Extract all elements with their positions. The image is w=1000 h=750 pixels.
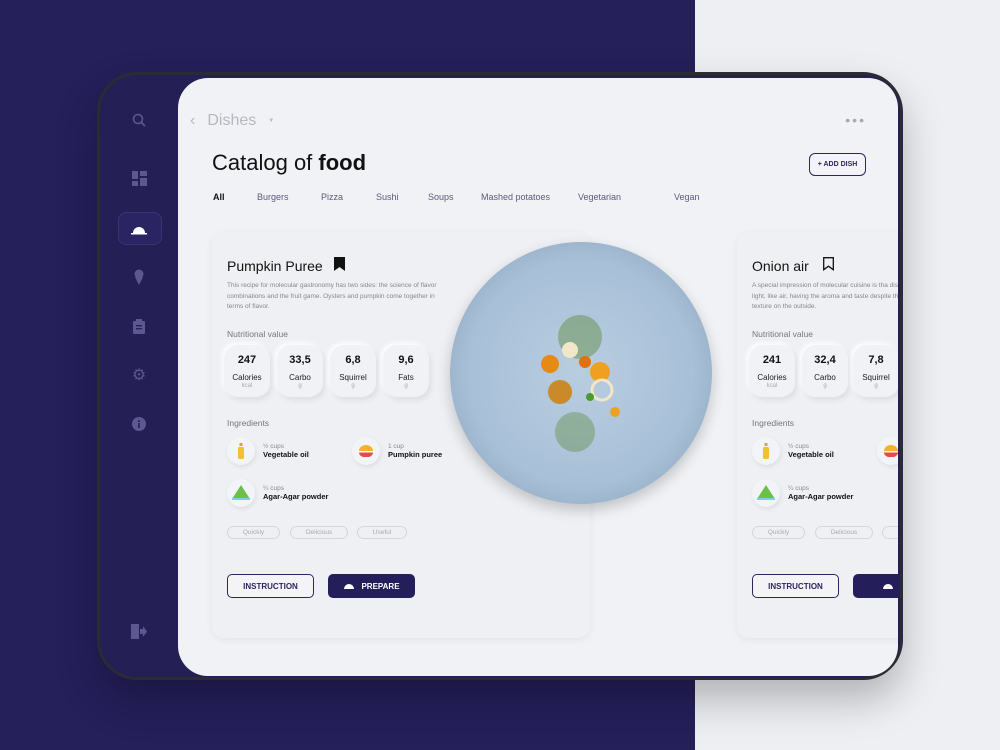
- nutrition-calories: 247 Calories kcal: [224, 345, 270, 397]
- nutrition-squirrel: 6,8 Squirrel g: [330, 345, 376, 397]
- oil-bottle-icon: [227, 437, 255, 465]
- instruction-button[interactable]: INSTRUCTION: [752, 574, 839, 598]
- nutrition-calories: 241 Calories kcal: [749, 345, 795, 397]
- ingredients-label: Ingredients: [227, 418, 270, 428]
- bookmark-filled-icon[interactable]: [334, 257, 345, 271]
- tag-quickly[interactable]: Quickly: [752, 526, 805, 539]
- back-chevron-icon[interactable]: ‹: [190, 112, 195, 130]
- dish-title: Pumpkin Puree: [227, 258, 323, 274]
- tab-vegetarian[interactable]: Vegetarian: [578, 192, 621, 202]
- dish-cloche-icon: [344, 584, 355, 589]
- breadcrumb-title: Dishes: [207, 112, 257, 129]
- logout-icon[interactable]: [128, 620, 150, 642]
- tag-partial[interactable]: [882, 526, 898, 539]
- ingredient-item: ½ cups Vegetable oil: [227, 437, 309, 465]
- nutrition-carbo: 33,5 Carbo g: [277, 345, 323, 397]
- tab-pizza[interactable]: Pizza: [321, 192, 343, 202]
- dish-description: A special impression of molecular cuisin…: [752, 282, 898, 310]
- prepare-button[interactable]: PR: [853, 574, 898, 598]
- nutrition-label: Nutritional value: [752, 329, 813, 339]
- tab-soups[interactable]: Soups: [428, 192, 454, 202]
- puree-bowl-icon: [352, 437, 380, 465]
- nutrition-carbo: 32,4 Carbo g: [802, 345, 848, 397]
- nutrition-fats: 9,6 Fats g: [383, 345, 429, 397]
- ingredients-label: Ingredients: [752, 418, 795, 428]
- dish-cloche-icon: [882, 584, 893, 589]
- dropdown-caret-icon[interactable]: ▼: [268, 118, 274, 124]
- puree-bowl-icon: [877, 437, 898, 465]
- nutrition-label: Nutritional value: [227, 329, 288, 339]
- oil-bottle-icon: [752, 437, 780, 465]
- bookmark-outline-icon[interactable]: [823, 257, 834, 271]
- dish-description: This recipe for molecular gastronomy has…: [227, 282, 437, 310]
- info-icon[interactable]: [128, 413, 150, 435]
- tab-burgers[interactable]: Burgers: [257, 192, 289, 202]
- page-title: Catalog of food: [212, 150, 366, 176]
- ingredient-item: ½ cups Vegetable oil: [752, 437, 834, 465]
- tab-all[interactable]: All: [213, 192, 225, 202]
- agar-powder-icon: [752, 479, 780, 507]
- instruction-button[interactable]: INSTRUCTION: [227, 574, 314, 598]
- tag-delicious[interactable]: Delicious: [290, 526, 348, 539]
- ingredient-item: [877, 437, 898, 465]
- clipboard-icon[interactable]: [128, 315, 150, 337]
- agar-powder-icon: [227, 479, 255, 507]
- tag-useful[interactable]: Useful: [357, 526, 407, 539]
- more-options-icon[interactable]: •••: [845, 112, 866, 128]
- title-bold: food: [318, 150, 367, 175]
- tab-sushi[interactable]: Sushi: [376, 192, 399, 202]
- ingredient-item: ¼ cups Agar-Agar powder: [752, 479, 853, 507]
- tag-quickly[interactable]: Quickly: [227, 526, 280, 539]
- dish-plate-image: [450, 242, 712, 504]
- ingredient-item: ¼ cups Agar-Agar powder: [227, 479, 328, 507]
- search-icon[interactable]: [128, 109, 150, 131]
- tab-mashed-potatoes[interactable]: Mashed potatoes: [481, 192, 550, 202]
- prepare-label: PREPARE: [361, 581, 400, 591]
- dish-title: Onion air: [752, 258, 809, 274]
- main-screen: ‹ Dishes ▼ ••• Catalog of food + ADD DIS…: [178, 78, 898, 676]
- title-prefix: Catalog of: [212, 150, 313, 175]
- ingredient-item: 1 cup Pumpkin puree: [352, 437, 442, 465]
- dish-cloche-icon[interactable]: [128, 218, 150, 240]
- nutrition-squirrel: 7,8 Squirrel g: [853, 345, 898, 397]
- tab-vegan[interactable]: Vegan: [674, 192, 700, 202]
- prepare-button[interactable]: PREPARE: [328, 574, 415, 598]
- dashboard-icon[interactable]: [128, 167, 150, 189]
- add-dish-button[interactable]: + ADD DISH: [809, 153, 866, 176]
- gear-icon[interactable]: ⚙: [128, 364, 150, 386]
- dish-card[interactable]: Onion air A special impression of molecu…: [737, 232, 898, 638]
- breadcrumb[interactable]: ‹ Dishes ▼: [190, 112, 274, 130]
- ice-cream-icon[interactable]: [128, 266, 150, 288]
- tag-delicious[interactable]: Delicious: [815, 526, 873, 539]
